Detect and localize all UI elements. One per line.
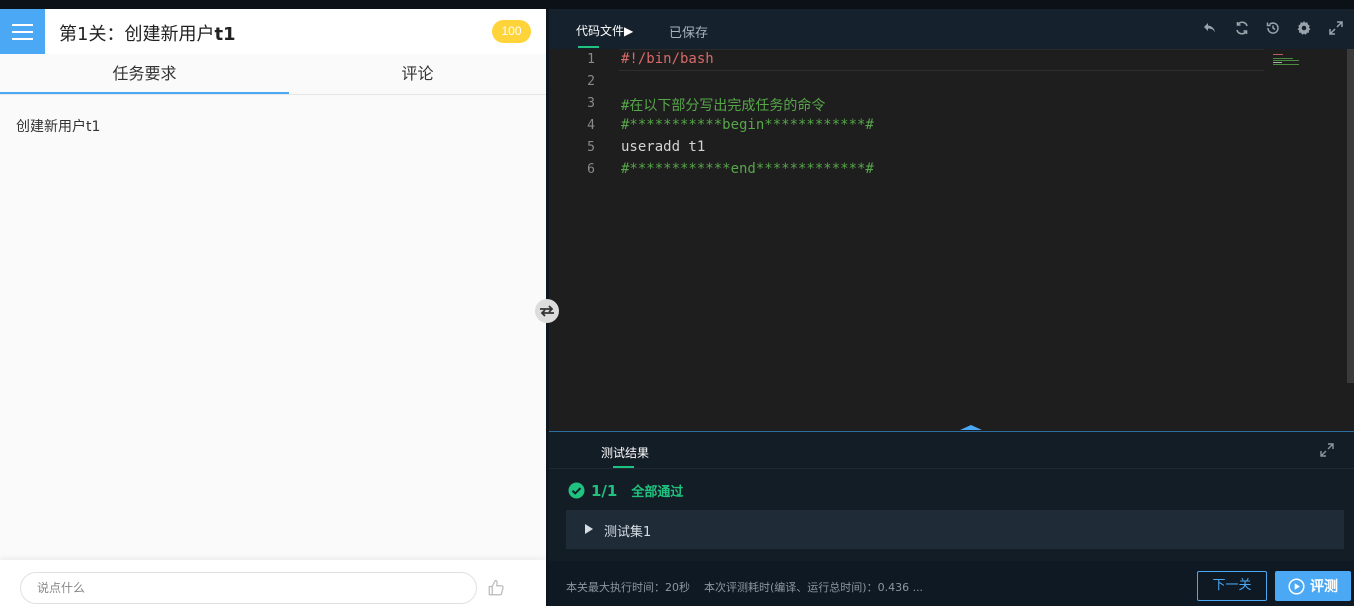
divider: [549, 468, 1354, 469]
line-number: 1: [587, 52, 595, 67]
evaluate-label: 评测: [1310, 579, 1338, 595]
active-tab-indicator: [0, 92, 289, 94]
test-set-label: 测试集1: [604, 525, 652, 540]
restore-icon[interactable]: [1265, 20, 1281, 36]
pass-count: 1/1: [591, 481, 618, 500]
pass-summary: 1/1 全部通过: [568, 481, 683, 500]
comment-bar: [0, 560, 546, 606]
test-results-panel: 测试结果 1/1 全部通过 测试集1: [549, 432, 1354, 561]
title-username: t1: [214, 24, 236, 45]
expand-arrow-icon: [585, 524, 593, 534]
play-circle-icon: [1288, 577, 1305, 595]
code-line[interactable]: #在以下部分写出完成任务的命令: [621, 95, 825, 115]
task-description: 创建新用户t1: [16, 119, 101, 135]
tab-task-requirements[interactable]: 任务要求: [0, 54, 289, 94]
panel-resize-toggle[interactable]: [535, 299, 559, 323]
score-badge: 100: [492, 20, 531, 43]
refresh-icon[interactable]: [1234, 20, 1250, 36]
code-line[interactable]: #!/bin/bash: [621, 51, 714, 67]
code-line[interactable]: useradd t1: [621, 139, 705, 155]
code-line[interactable]: #************end*************#: [621, 161, 874, 177]
line-number: 2: [587, 74, 595, 89]
max-exec-time: 本关最大执行时间：20秒: [566, 581, 690, 594]
title-prefix: 第1关：创建新用户: [59, 24, 215, 45]
line-number-gutter: 1 2 3 4 5 6: [549, 49, 607, 431]
menu-icon-bar: [12, 30, 33, 33]
code-editor[interactable]: 1 2 3 4 5 6 #!/bin/bash #在以下部分写出完成任务的命令 …: [549, 49, 1354, 431]
editor-header: 代码文件▶ 已保存: [549, 9, 1354, 49]
editor-footer: 本关最大执行时间：20秒 本次评测耗时(编译、运行总时间)：0.436 ... 下…: [549, 561, 1354, 606]
thumbs-up-icon[interactable]: [487, 579, 505, 597]
test-set-item[interactable]: 测试集1: [566, 510, 1344, 549]
check-circle-icon: [568, 482, 585, 499]
pass-status: 全部通过: [631, 485, 684, 500]
menu-icon-bar: [12, 23, 33, 26]
menu-icon-bar: [12, 37, 33, 40]
line-number: 4: [587, 118, 595, 133]
code-line[interactable]: #***********begin************#: [621, 117, 874, 133]
editor-panel: 代码文件▶ 已保存 1 2 3 4 5 6 #!/bin/bash #在以下部分…: [549, 9, 1354, 606]
task-header: 第1关：创建新用户t1 100: [0, 9, 546, 54]
menu-button[interactable]: [0, 9, 45, 54]
comment-input[interactable]: [20, 572, 477, 604]
code-file-tab[interactable]: 代码文件▶: [576, 22, 633, 39]
save-status: 已保存: [669, 26, 709, 41]
run-time-info: 本关最大执行时间：20秒 本次评测耗时(编译、运行总时间)：0.436 ...: [566, 579, 923, 595]
expand-icon[interactable]: [1320, 443, 1334, 457]
fullscreen-icon[interactable]: [1328, 20, 1344, 36]
code-file-tab-indicator: [578, 46, 599, 48]
next-level-button[interactable]: 下一关: [1197, 571, 1267, 601]
settings-icon[interactable]: [1296, 20, 1312, 36]
eval-elapsed-time: 本次评测耗时(编译、运行总时间)：0.436 ...: [704, 581, 924, 594]
line-number: 3: [587, 96, 595, 111]
evaluate-button[interactable]: 评测: [1275, 571, 1351, 601]
code-minimap[interactable]: [1273, 54, 1305, 66]
task-tabs: 任务要求 评论: [0, 54, 546, 95]
line-number: 6: [587, 162, 595, 177]
undo-icon[interactable]: [1202, 20, 1218, 36]
line-number: 5: [587, 140, 595, 155]
editor-scrollbar[interactable]: [1347, 49, 1354, 383]
page-title: 第1关：创建新用户t1: [59, 20, 236, 46]
tab-test-results[interactable]: 测试结果: [601, 444, 649, 461]
current-line-highlight: [619, 49, 1264, 71]
top-strip: [0, 0, 1354, 9]
tab-comments[interactable]: 评论: [289, 54, 546, 94]
swap-arrows-icon: [540, 305, 554, 317]
task-panel: 第1关：创建新用户t1 100 任务要求 评论 创建新用户t1: [0, 9, 546, 606]
